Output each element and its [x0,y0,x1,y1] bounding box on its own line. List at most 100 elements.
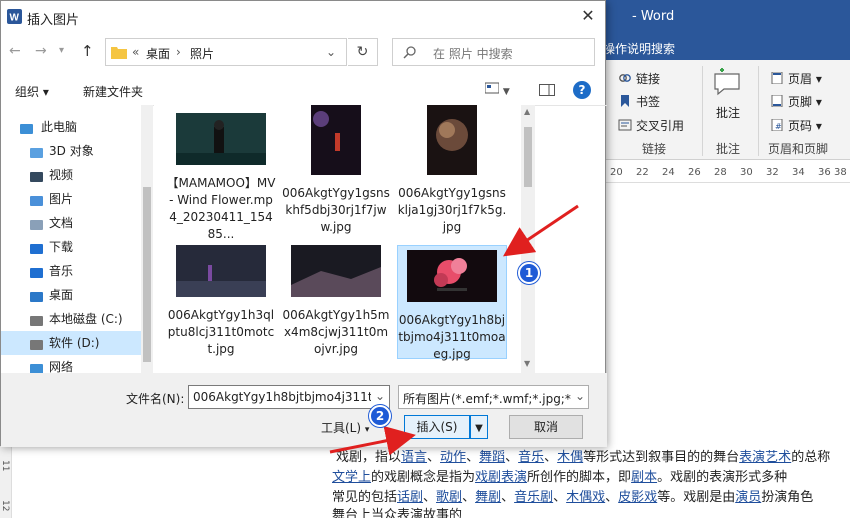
doc-paragraph-line: 文学上的戏剧概念是指为戏剧表演所创作的脚本，即剧本。戏剧的表演形式多种 [332,466,787,485]
nav-scrollbar-thumb[interactable] [143,187,151,362]
nav-pictures[interactable]: 图片 [1,187,151,211]
cross-reference-icon [618,119,632,131]
doc-text: 所创作的脚本，即 [527,470,632,485]
nav-drive-d[interactable]: 软件 (D:) [1,331,151,355]
insert-picture-dialog: W 插入图片 ✕ ← → ▾ ↑ « 桌面 › 照片 ⌄ ↻ 在 照片 中搜索 … [0,0,607,447]
ribbon-cross-reference-button[interactable]: 交叉引用 [618,117,684,134]
nav-desktop[interactable]: 桌面 [1,283,151,307]
doc-hyperlink[interactable]: 皮影戏 [618,490,657,505]
close-button[interactable]: ✕ [576,5,600,27]
word-app-icon: W [7,9,22,24]
network-icon [29,360,44,374]
forward-button[interactable]: → [35,43,47,59]
doc-hyperlink[interactable]: 动作 [440,450,466,465]
ribbon-page-number-button[interactable]: # 页码 ▾ [770,117,822,134]
doc-hyperlink[interactable]: 表演艺术 [739,450,791,465]
cancel-button[interactable]: 取消 [509,415,583,439]
file-item[interactable]: 006AkgtYgy1h5mx4m8cjwj311t0mojvr.jpg [281,245,391,358]
file-name: 【MAMAMOO】MV- Wind Flower.mp4_20230411_15… [166,176,276,241]
doc-hyperlink[interactable]: 音乐剧 [514,490,553,505]
help-icon[interactable]: ? [573,81,591,99]
doc-text: 。戏剧的表演形式多种 [657,470,788,485]
scroll-up-icon[interactable]: ▲ [524,107,530,116]
insert-button[interactable]: 插入(S) [404,415,470,439]
file-item-selected[interactable]: 006AkgtYgy1h8bjtbjmo4j311t0moaeg.jpg [397,245,507,361]
doc-text: 、 [466,450,480,465]
file-item[interactable]: 【MAMAMOO】MV- Wind Flower.mp4_20230411_15… [166,113,276,243]
view-options-button[interactable]: ▼ [484,82,510,97]
doc-hyperlink[interactable]: 文学上 [332,470,371,485]
up-button[interactable]: ↑ [81,42,94,60]
ribbon-comment-button[interactable]: 批注 [716,104,740,121]
nav-music[interactable]: 音乐 [1,259,151,283]
doc-hyperlink[interactable]: 语言 [401,450,427,465]
preview-pane-icon[interactable] [539,84,555,96]
search-icon [403,46,416,59]
nav-this-pc[interactable]: 此电脑 [1,115,151,139]
filename-label: 文件名(N): [126,392,185,406]
nav-videos[interactable]: 视频 [1,163,151,187]
doc-hyperlink[interactable]: 舞蹈 [479,450,505,465]
ribbon-bookmark-button[interactable]: 书签 [618,93,660,110]
breadcrumb-photos[interactable]: 照片 [190,45,214,62]
nav-3d-objects[interactable]: 3D 对象 [1,139,151,163]
doc-text: 扮演角色 [761,490,814,505]
filetype-value: 所有图片(*.emf;*.wmf;*.jpg;*.jpeg;*.jfif;*.j… [403,392,571,406]
doc-hyperlink[interactable]: 演员 [735,490,761,505]
search-placeholder: 在 照片 中搜索 [433,47,513,61]
file-item[interactable]: 006AkgtYgy1gsnsklja1gj30rj1f7k5g.jpg [397,105,507,236]
drive-icon [29,312,44,326]
doc-hyperlink[interactable]: 剧本 [631,470,657,485]
dialog-footer: 文件名(N): 006AkgtYgy1h8bjtbjmo4j311t0moaeg… [1,373,607,447]
refresh-button[interactable]: ↻ [348,38,378,66]
ribbon-footer-button[interactable]: 页脚 ▾ [770,93,822,110]
back-button[interactable]: ← [9,43,21,59]
search-input[interactable]: 在 照片 中搜索 [392,38,595,66]
tools-button[interactable]: 工具(L) ▾ [321,419,371,436]
content-scrollbar[interactable]: ▲ ▼ [521,105,535,373]
page-number-icon: # [771,119,783,131]
step-badge-1: 1 [518,262,540,284]
scroll-down-icon[interactable]: ▼ [524,359,530,368]
doc-hyperlink[interactable]: 戏剧表演 [475,470,527,485]
download-icon [29,240,44,254]
new-folder-button[interactable]: 新建文件夹 [83,83,143,100]
filetype-select[interactable]: 所有图片(*.emf;*.wmf;*.jpg;*.jpeg;*.jfif;*.j… [398,385,589,409]
doc-hyperlink[interactable]: 舞剧 [475,490,501,505]
nav-documents[interactable]: 文档 [1,211,151,235]
insert-options-button[interactable]: ▼ [470,415,488,439]
ribbon-group-links: 链接 [642,142,667,156]
chevron-down-icon: ▾ [59,45,65,56]
tell-me-search[interactable]: 操作说明搜索 [603,40,675,57]
chevron-down-icon[interactable]: ⌄ [375,389,385,403]
content-scrollbar-thumb[interactable] [524,127,532,187]
filename-input[interactable]: 006AkgtYgy1h8bjtbjmo4j311t0moaeg.jpg ⌄ [188,385,390,409]
breadcrumb-separator-icon: › [176,45,181,59]
nav-drive-c[interactable]: 本地磁盘 (C:) [1,307,151,331]
file-item[interactable]: 006AkgtYgy1gsnskhf5dbj30rj1f7jww.jpg [281,105,391,236]
recent-locations-button[interactable]: ▾ [59,45,64,56]
arrow-right-icon: → [35,43,47,59]
comment-icon [714,68,740,96]
footer-icon [771,95,783,107]
nav-downloads[interactable]: 下载 [1,235,151,259]
doc-hyperlink[interactable]: 音乐 [518,450,544,465]
nav-scrollbar[interactable] [141,105,153,373]
breadcrumb-overflow[interactable]: « [132,45,139,59]
address-bar[interactable]: « 桌面 › 照片 ⌄ [105,38,347,66]
ribbon-header-button[interactable]: 页眉 ▾ [770,70,822,87]
svg-text:#: # [775,122,782,131]
doc-hyperlink[interactable]: 木偶 [557,450,583,465]
drive-icon [29,336,44,350]
breadcrumb-desktop[interactable]: 桌面 [146,45,170,62]
doc-text: 等。戏剧是由 [657,490,736,505]
document-body[interactable]: 戏剧，指以语言、动作、舞蹈、音乐、木偶等形式达到叙事目的的舞台表演艺术的总称 文学… [320,438,850,518]
ribbon-link-button[interactable]: 链接 [618,70,660,87]
file-item[interactable]: 006AkgtYgy1h3qlptu8lcj311t0motct.jpg [166,245,276,358]
doc-hyperlink[interactable]: 木偶戏 [566,490,605,505]
doc-hyperlink[interactable]: 歌剧 [436,490,462,505]
vertical-ruler: 11 12 [0,440,12,518]
chevron-down-icon[interactable]: ⌄ [326,45,336,59]
organize-button[interactable]: 组织 ▾ [15,83,49,100]
doc-hyperlink[interactable]: 话剧 [397,490,423,505]
